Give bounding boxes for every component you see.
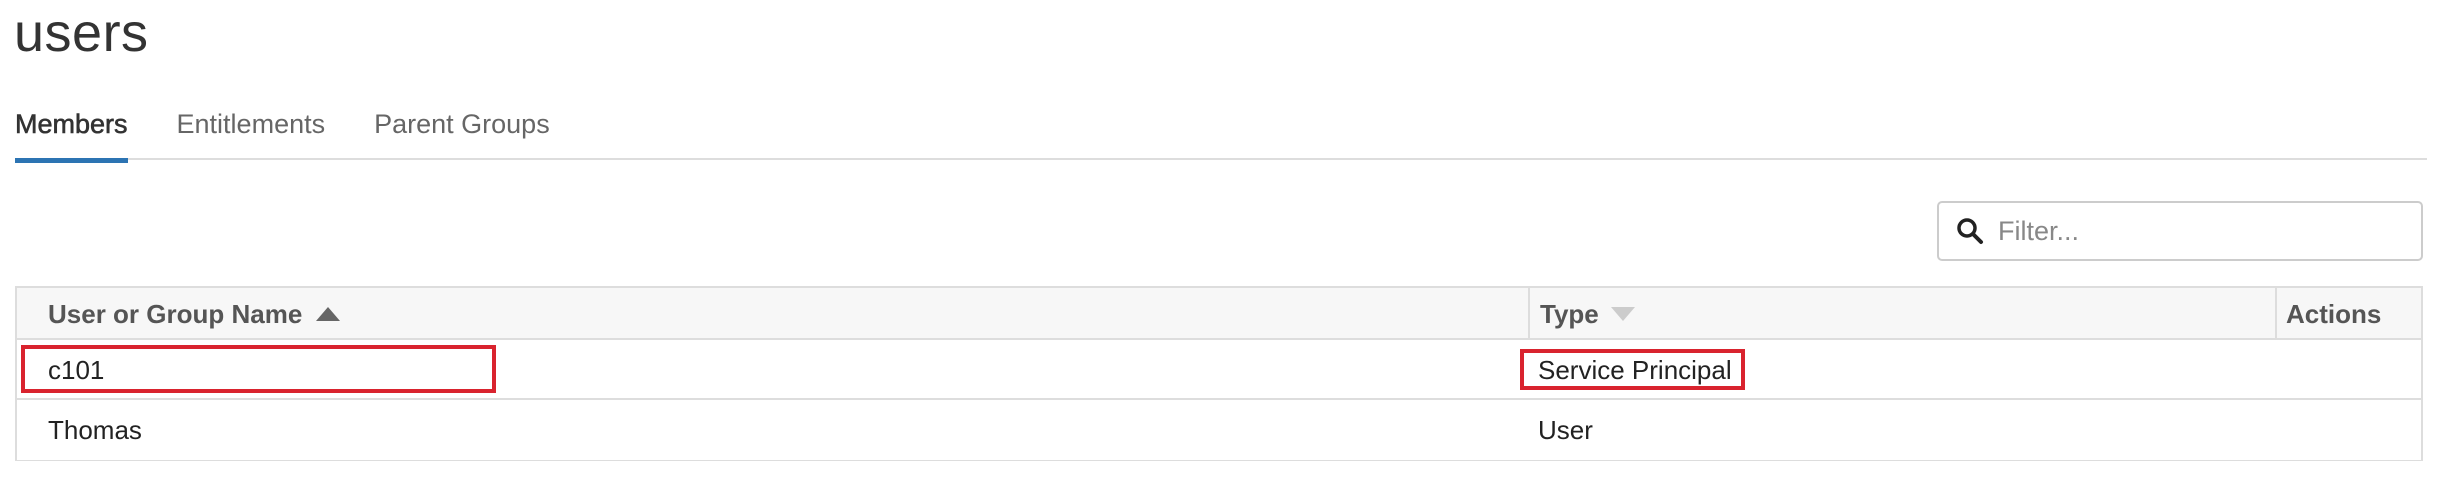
member-name-cell: Thomas (48, 414, 142, 445)
search-icon (1956, 217, 1984, 245)
sort-ascending-icon[interactable] (316, 307, 341, 321)
member-name-cell: c101 (48, 354, 105, 385)
table-row: c101 Service Principal (17, 340, 2421, 400)
member-actions-cell (2275, 400, 2421, 460)
tab-bar: Members Entitlements Parent Groups (15, 98, 2427, 163)
column-header-actions-label: Actions (2286, 298, 2382, 329)
column-header-name-label: User or Group Name (48, 298, 303, 329)
column-header-actions: Actions (2275, 288, 2421, 338)
member-type-cell: User (1538, 414, 1593, 445)
filter-input[interactable] (1998, 211, 2398, 251)
group-details-page: users Members Entitlements Parent Groups… (0, 0, 2443, 482)
member-type-cell: Service Principal (1538, 354, 1732, 385)
column-header-type-label: Type (1540, 298, 1599, 329)
tab-entitlements[interactable]: Entitlements (177, 98, 326, 160)
member-actions-cell (2275, 340, 2421, 398)
tab-parent-groups[interactable]: Parent Groups (374, 98, 550, 160)
table-row: Thomas User (17, 400, 2421, 460)
filter-field[interactable] (1937, 201, 2423, 261)
column-header-type[interactable]: Type (1528, 288, 2275, 338)
members-table: User or Group Name Type Actions c101 Ser… (15, 286, 2423, 461)
column-header-name[interactable]: User or Group Name (17, 288, 1528, 338)
sort-descending-icon[interactable] (1610, 307, 1635, 321)
tab-members[interactable]: Members (15, 98, 128, 163)
table-header: User or Group Name Type Actions (17, 288, 2421, 340)
page-title: users (14, 3, 149, 63)
